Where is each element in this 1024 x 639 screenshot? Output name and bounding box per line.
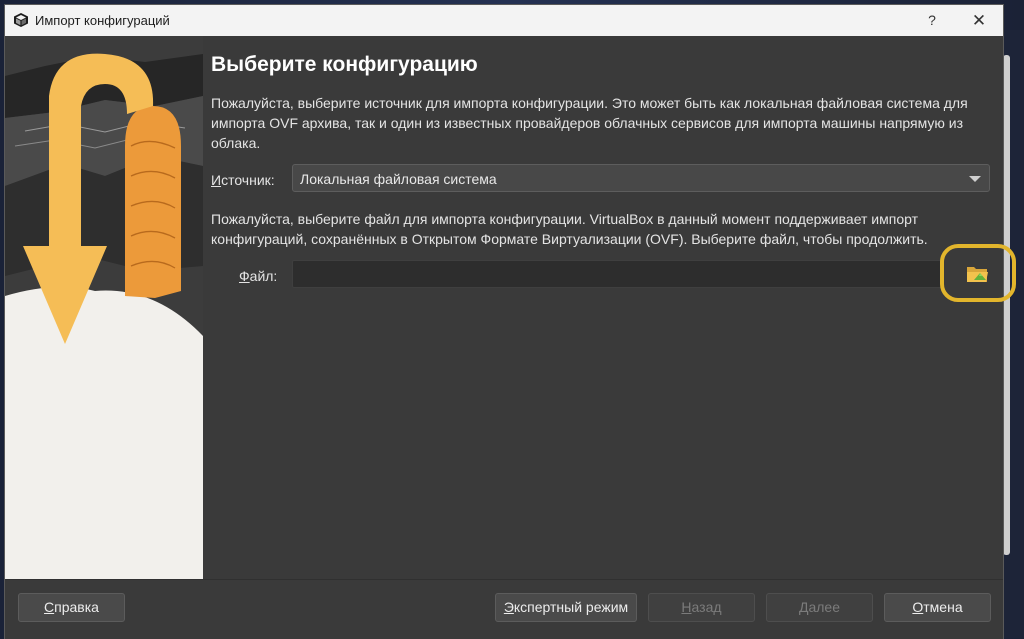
- file-label: Файл:: [239, 268, 277, 284]
- file-path-input[interactable]: [292, 260, 942, 288]
- file-description-line-1: Пожалуйста, выберите файл для импорта ко…: [211, 211, 919, 227]
- import-dialog: Импорт конфигураций ? ✕ Выберите конфигу…: [4, 4, 1016, 639]
- next-button[interactable]: Далее: [766, 593, 873, 622]
- expert-mode-button[interactable]: Экспертный режим: [495, 593, 637, 622]
- help-label: правка: [54, 599, 99, 615]
- cancel-label: тмена: [923, 599, 963, 615]
- help-accelerator: С: [44, 599, 55, 615]
- footer-separator: [5, 579, 1003, 580]
- source-label-accelerator: И: [211, 172, 222, 188]
- chevron-down-icon: [969, 176, 981, 182]
- back-button[interactable]: Назад: [648, 593, 755, 622]
- background-scrollbar[interactable]: [1003, 55, 1010, 555]
- expert-label: кспертный режим: [513, 599, 629, 615]
- source-description: Пожалуйста, выберите источник для импорт…: [211, 95, 968, 151]
- cancel-accelerator: О: [912, 599, 924, 615]
- title-bar: Импорт конфигураций ? ✕: [5, 5, 1003, 36]
- file-description-line-2: конфигураций, сохранённых в Открытом Фор…: [211, 231, 928, 247]
- folder-open-icon: [967, 267, 988, 282]
- back-accelerator: Н: [681, 599, 692, 615]
- help-dialog-button[interactable]: Справка: [18, 593, 125, 622]
- browse-file-button[interactable]: [940, 244, 1016, 302]
- source-combobox[interactable]: Локальная файловая система: [292, 164, 990, 192]
- page-title: Выберите конфигурацию: [211, 53, 478, 76]
- source-label: Источник:: [211, 172, 275, 188]
- back-label: азад: [691, 599, 722, 615]
- expert-accelerator: Э: [503, 599, 514, 615]
- file-label-accelerator: Ф: [239, 268, 250, 284]
- wizard-illustration: [5, 36, 203, 579]
- help-button[interactable]: ?: [910, 7, 954, 34]
- file-label-text: айл:: [249, 268, 278, 284]
- close-button[interactable]: ✕: [957, 7, 1001, 34]
- virtualbox-icon: [14, 13, 28, 27]
- file-description: Пожалуйста, выберите файл для импорта ко…: [211, 209, 981, 249]
- source-selected-value: Локальная файловая система: [300, 171, 497, 187]
- next-label: алее: [808, 599, 840, 615]
- window-title: Импорт конфигураций: [35, 13, 170, 28]
- cancel-button[interactable]: Отмена: [884, 593, 991, 622]
- source-label-text: сточник:: [221, 172, 275, 188]
